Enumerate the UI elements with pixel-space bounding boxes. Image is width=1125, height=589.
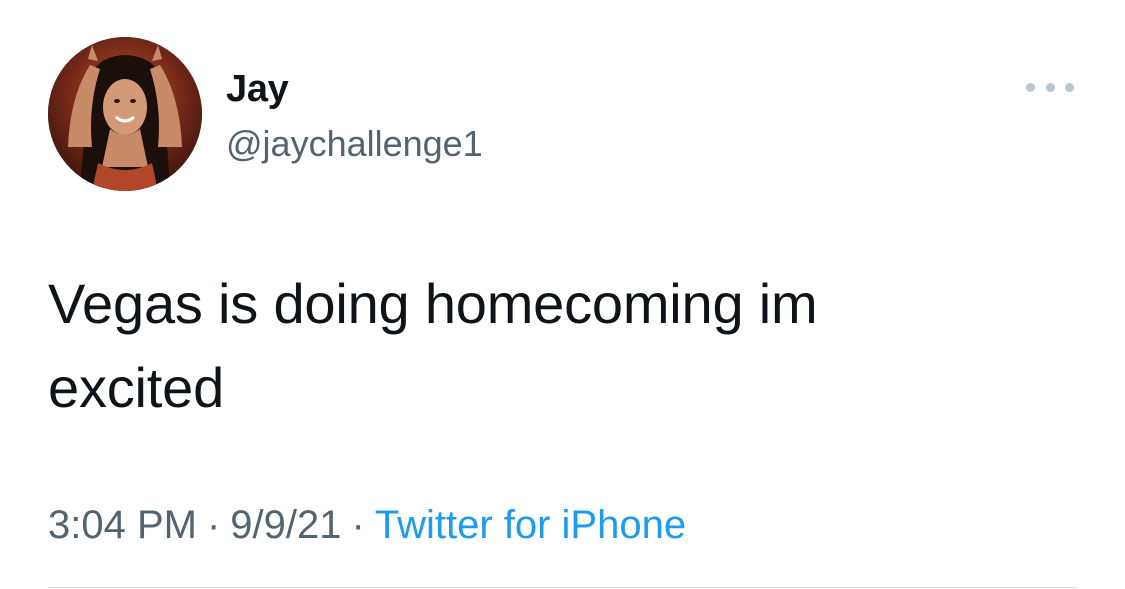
user-handle[interactable]: @jaychallenge1 bbox=[226, 122, 483, 166]
tweet-source-link[interactable]: Twitter for iPhone bbox=[375, 503, 686, 547]
tweet-text: Vegas is doing homecoming im excited bbox=[48, 262, 1048, 430]
more-options-icon[interactable] bbox=[1026, 74, 1074, 100]
avatar[interactable] bbox=[48, 37, 202, 191]
meta-separator: · bbox=[206, 503, 221, 547]
profile-photo-icon bbox=[48, 37, 202, 191]
more-dot bbox=[1065, 82, 1074, 92]
divider bbox=[48, 587, 1077, 588]
tweet-text-line: excited bbox=[48, 356, 225, 419]
display-name[interactable]: Jay bbox=[226, 66, 289, 112]
more-dot bbox=[1045, 82, 1055, 92]
tweet-meta: 3:04 PM · 9/9/21 · Twitter for iPhone bbox=[48, 500, 686, 550]
tweet-card: Jay @jaychallenge1 Vegas is doing homeco… bbox=[0, 0, 1125, 589]
tweet-text-line: Vegas is doing homecoming im bbox=[48, 272, 818, 335]
more-dot bbox=[1026, 82, 1035, 92]
tweet-date[interactable]: 9/9/21 bbox=[230, 503, 341, 547]
meta-separator: · bbox=[351, 503, 365, 547]
tweet-time[interactable]: 3:04 PM bbox=[48, 503, 197, 547]
